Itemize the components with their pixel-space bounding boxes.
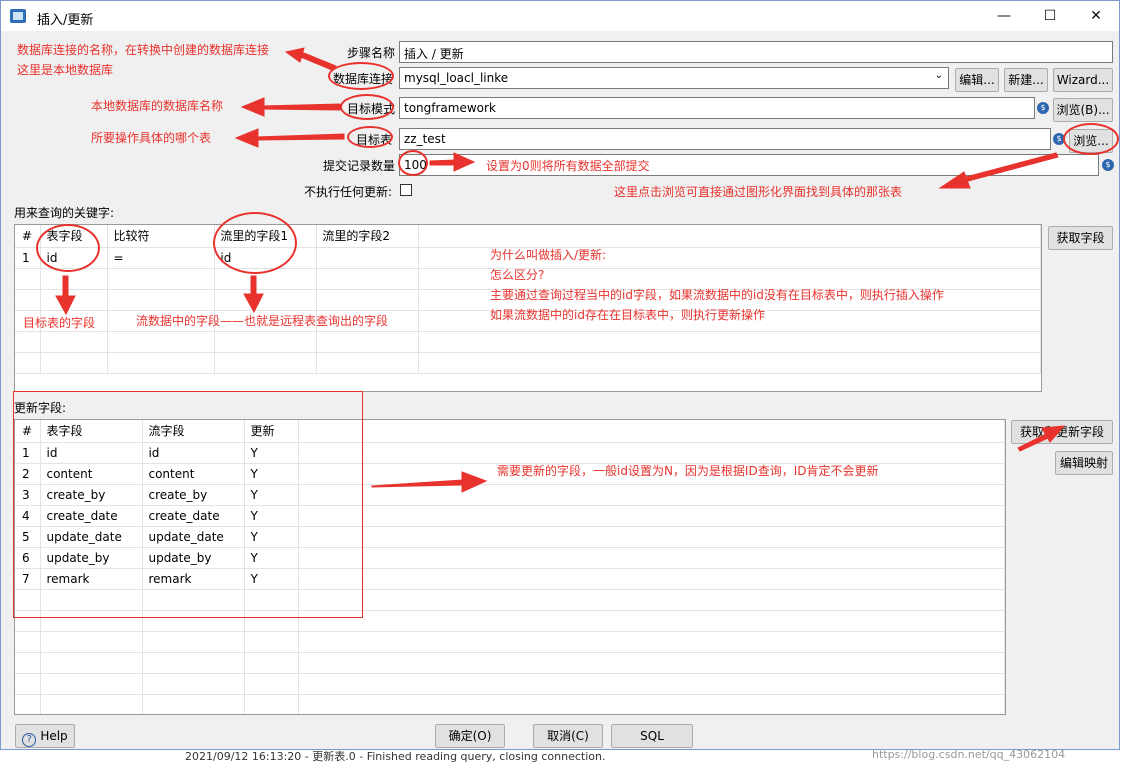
schema-input[interactable]: tongframework <box>399 97 1035 119</box>
get-update-fields-button[interactable]: 获取和更新字段 <box>1011 420 1113 444</box>
background-log-line: 2021/09/12 16:13:20 - 更新表.0 - Finished r… <box>185 750 606 762</box>
highlight-schema-label <box>340 94 394 120</box>
highlight-connection-label <box>328 62 394 90</box>
chevron-down-icon[interactable]: ⌄ <box>935 70 943 81</box>
annotation-why-line4: 如果流数据中的id存在在目标表中，则执行更新操作 <box>490 308 765 322</box>
ok-button[interactable]: 确定(O) <box>435 724 505 748</box>
browse-schema-button[interactable]: 浏览(B)... <box>1053 98 1113 122</box>
watermark: https://blog.csdn.net/qq_43062104 <box>872 750 1066 761</box>
help-button-label: Help <box>40 729 68 743</box>
commit-size-label: 提交记录数量 <box>323 159 396 173</box>
wizard-button[interactable]: Wizard... <box>1053 68 1113 92</box>
keys-header-row: # 表字段 比较符 流里的字段1 流里的字段2 <box>15 225 1041 248</box>
keys-col-stream-field2: 流里的字段2 <box>316 225 420 248</box>
annotation-table-fields: 目标表的字段 <box>23 316 96 330</box>
table-input[interactable]: zz_test <box>399 128 1051 150</box>
annotation-connection-line1: 数据库连接的名称，在转换中创建的数据库连接 <box>17 43 270 57</box>
table-row <box>15 694 1005 714</box>
no-update-label: 不执行任何更新: <box>304 185 393 199</box>
connection-select[interactable]: mysql_loacl_linke ⌄ <box>399 67 949 89</box>
help-button[interactable]: ? Help <box>15 724 75 748</box>
annotation-schema: 本地数据库的数据库名称 <box>91 99 224 113</box>
cancel-button[interactable]: 取消(C) <box>533 724 603 748</box>
title-bar: 插入/更新 — ☐ ✕ <box>1 1 1119 31</box>
close-button[interactable]: ✕ <box>1073 1 1119 31</box>
update-col-filler <box>298 420 1005 443</box>
connection-value: mysql_loacl_linke <box>404 71 509 85</box>
table-row <box>15 652 1005 674</box>
no-update-checkbox[interactable] <box>400 184 412 196</box>
annotation-table: 所要操作具体的哪个表 <box>91 131 212 145</box>
annotation-commit: 设置为0则将所有数据全部提交 <box>486 159 650 173</box>
cell[interactable]: = <box>107 247 216 269</box>
table-row <box>15 673 1005 695</box>
annotation-why-line2: 怎么区分? <box>490 268 545 282</box>
step-name-input[interactable]: 插入 / 更新 <box>399 41 1113 63</box>
highlight-stream-field <box>213 212 297 274</box>
keys-section-title: 用来查询的关键字: <box>14 206 115 220</box>
help-icon: ? <box>22 733 37 747</box>
table-row <box>15 352 1041 374</box>
variable-icon: $ <box>1102 159 1114 171</box>
annotation-connection-line2: 这里是本地数据库 <box>17 63 114 77</box>
annotation-update-fields: 需要更新的字段，一般id设置为N，因为是根据ID查询，ID肯定不会更新 <box>497 464 879 478</box>
highlight-update-fields-box <box>13 391 363 618</box>
keys-col-filler <box>418 225 1041 248</box>
highlight-commit-value <box>398 150 428 176</box>
edit-connection-button[interactable]: 编辑... <box>955 68 999 92</box>
table-row <box>15 631 1005 653</box>
annotation-browse: 这里点击浏览可直接通过图形化界面找到具体的那张表 <box>614 185 903 199</box>
app-icon <box>10 9 26 23</box>
minimize-button[interactable]: — <box>981 1 1027 31</box>
annotation-why-line1: 为什么叫做插入/更新: <box>490 248 607 262</box>
highlight-table-label <box>347 126 393 148</box>
maximize-button[interactable]: ☐ <box>1027 1 1073 31</box>
table-row <box>15 331 1041 353</box>
highlight-browse-button <box>1063 123 1119 155</box>
annotation-stream-fields: 流数据中的字段——也就是远程表查询出的字段 <box>136 314 389 328</box>
edit-mapping-button[interactable]: 编辑映射 <box>1055 451 1113 475</box>
annotation-why-line3: 主要通过查询过程当中的id字段，如果流数据中的id没有在目标表中，则执行插入操作 <box>490 288 944 302</box>
keys-col-comparator: 比较符 <box>107 225 216 248</box>
window-title: 插入/更新 <box>37 13 94 28</box>
step-name-label: 步骤名称 <box>347 46 396 60</box>
get-fields-button[interactable]: 获取字段 <box>1048 226 1113 250</box>
cell[interactable] <box>316 247 420 269</box>
background-log: 2021/09/12 16:13:20 - 更新表.0 - Finished r… <box>0 750 1126 762</box>
variable-icon: $ <box>1037 102 1049 114</box>
highlight-table-field <box>36 224 100 272</box>
new-connection-button[interactable]: 新建... <box>1004 68 1048 92</box>
sql-button[interactable]: SQL <box>611 724 693 748</box>
